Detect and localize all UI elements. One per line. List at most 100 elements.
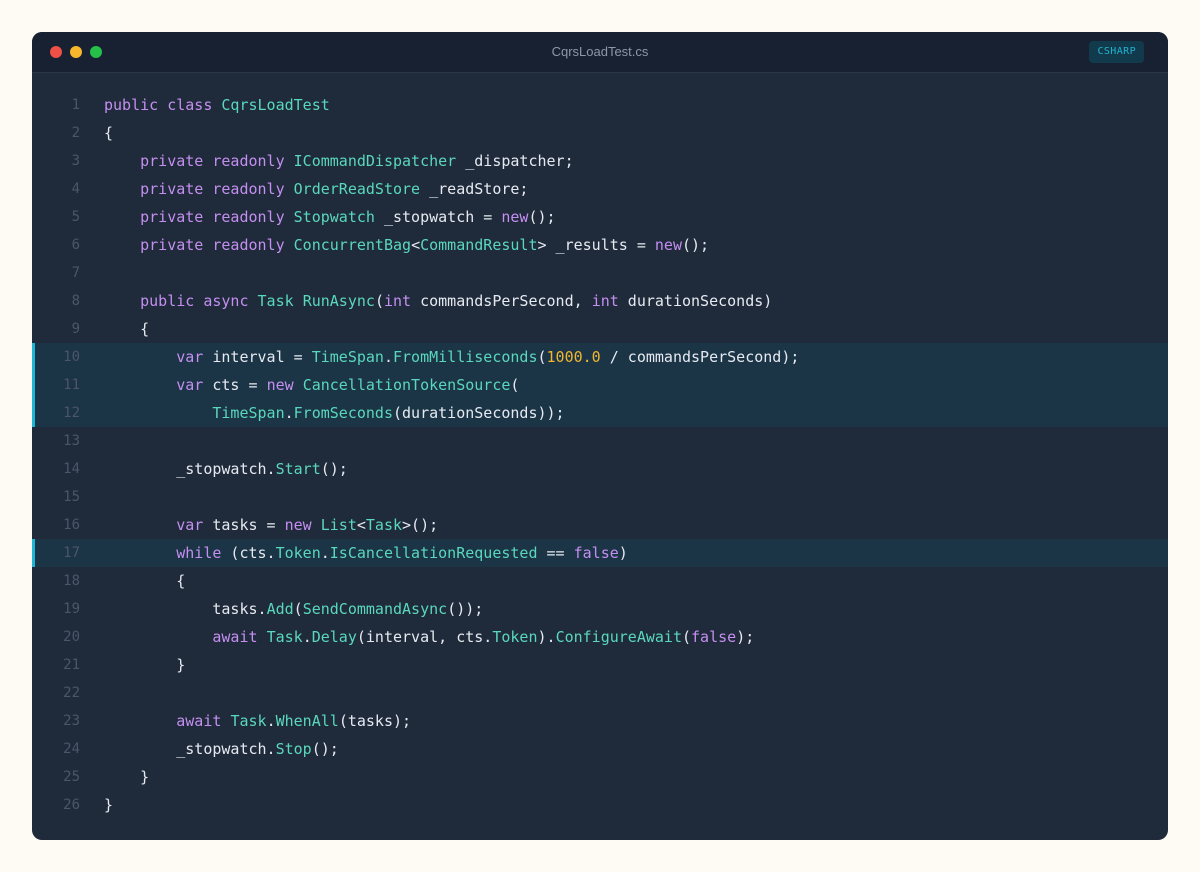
line-number: 18 bbox=[63, 573, 80, 589]
code-line: 18 { bbox=[32, 567, 1168, 595]
code-line: 4 private readonly OrderReadStore _readS… bbox=[32, 175, 1168, 203]
code-line: 19 tasks.Add(SendCommandAsync()); bbox=[32, 595, 1168, 623]
code-token: ( bbox=[374, 292, 384, 310]
line-text: _stopwatch.Start(); bbox=[104, 455, 348, 483]
code-window: CqrsLoadTest.cs CSHARP 1 public class Cqr… bbox=[32, 32, 1168, 840]
line-number: 10 bbox=[63, 349, 80, 365]
code-token: . bbox=[320, 544, 330, 562]
code-line: 2{ bbox=[32, 119, 1168, 147]
code-token: readonly bbox=[212, 236, 285, 254]
code-line: 1 public class CqrsLoadTest bbox=[32, 91, 1168, 119]
code-token: _stopwatch. bbox=[104, 740, 276, 758]
code-token: commandsPerSecond, bbox=[411, 292, 592, 310]
code-token: CommandResult bbox=[420, 236, 538, 254]
code-token: 1000.0 bbox=[546, 348, 601, 366]
code-line: 15 bbox=[32, 483, 1168, 511]
code-token: Task bbox=[230, 712, 267, 730]
code-token: var bbox=[176, 516, 204, 534]
line-text: while (cts.Token.IsCancellationRequested… bbox=[104, 539, 628, 567]
line-number: 15 bbox=[63, 489, 80, 505]
line-text: public async Task RunAsync(int commandsP… bbox=[104, 287, 772, 315]
code-token: } bbox=[104, 768, 150, 786]
code-token: . bbox=[383, 348, 393, 366]
code-token: { bbox=[104, 124, 114, 142]
code-token: new bbox=[266, 376, 294, 394]
code-token: RunAsync bbox=[302, 292, 375, 310]
code-line: 6 private readonly ConcurrentBag<Command… bbox=[32, 231, 1168, 259]
code-token: < bbox=[411, 236, 421, 254]
code-token: public bbox=[140, 292, 195, 310]
code-token: Start bbox=[275, 460, 321, 478]
code-line: 22 bbox=[32, 679, 1168, 707]
code-token: WhenAll bbox=[275, 712, 339, 730]
code-token: ConcurrentBag bbox=[293, 236, 412, 254]
line-number: 23 bbox=[63, 713, 80, 729]
code-token: Add bbox=[266, 600, 294, 618]
line-number: 14 bbox=[63, 461, 80, 477]
line-text: } bbox=[104, 651, 185, 679]
code-token: Task bbox=[257, 292, 294, 310]
code-token: private bbox=[140, 236, 204, 254]
code-token: } bbox=[104, 656, 186, 674]
code-token: (durationSeconds)); bbox=[393, 404, 565, 422]
line-number: 21 bbox=[63, 657, 80, 673]
code-line: 17 while (cts.Token.IsCancellationReques… bbox=[32, 539, 1168, 567]
code-token: TimeSpan bbox=[212, 404, 285, 422]
code-token: await bbox=[176, 712, 222, 730]
line-number: 9 bbox=[71, 321, 80, 337]
code-token: IsCancellationRequested bbox=[329, 544, 538, 562]
code-token: _readStore; bbox=[420, 180, 529, 198]
code-line: 23 await Task.WhenAll(tasks); bbox=[32, 707, 1168, 735]
code-token: Stopwatch bbox=[293, 208, 375, 226]
line-text: } bbox=[104, 763, 149, 791]
code-token: TimeSpan bbox=[311, 348, 384, 366]
line-text: await Task.WhenAll(tasks); bbox=[104, 707, 411, 735]
line-number: 16 bbox=[63, 517, 80, 533]
code-line: 26} bbox=[32, 791, 1168, 819]
code-token: var bbox=[176, 348, 204, 366]
line-number: 22 bbox=[63, 685, 80, 701]
title-bar: CqrsLoadTest.cs CSHARP bbox=[32, 32, 1168, 73]
code-token: readonly bbox=[212, 152, 285, 170]
code-token: } bbox=[104, 796, 114, 814]
code-editor[interactable]: 1 public class CqrsLoadTest 2{ 3 private re… bbox=[32, 91, 1168, 819]
code-token: { bbox=[104, 572, 186, 590]
code-token: OrderReadStore bbox=[293, 180, 421, 198]
code-token: int bbox=[383, 292, 412, 310]
code-token: ( bbox=[510, 376, 520, 394]
code-token: cts = bbox=[203, 376, 267, 394]
code-line: 14 _stopwatch.Start(); bbox=[32, 455, 1168, 483]
code-token: ()); bbox=[447, 600, 484, 618]
line-number: 3 bbox=[71, 153, 80, 169]
code-token: _stopwatch. bbox=[104, 460, 276, 478]
code-token: CqrsLoadTest bbox=[221, 96, 330, 114]
file-title: CqrsLoadTest.cs bbox=[551, 44, 649, 59]
code-token: . bbox=[284, 404, 294, 422]
line-text: { bbox=[104, 567, 185, 595]
line-number: 20 bbox=[63, 629, 80, 645]
code-line: 21 } bbox=[32, 651, 1168, 679]
line-text: private readonly Stopwatch _stopwatch = … bbox=[104, 203, 555, 231]
code-token: new bbox=[284, 516, 312, 534]
code-line: 11 var cts = new CancellationTokenSource… bbox=[32, 371, 1168, 399]
code-token: >(); bbox=[402, 516, 439, 534]
code-line: 13 bbox=[32, 427, 1168, 455]
code-token: List bbox=[320, 516, 357, 534]
line-text: _stopwatch.Stop(); bbox=[104, 735, 339, 763]
code-line: 9 { bbox=[32, 315, 1168, 343]
code-token: / commandsPerSecond); bbox=[600, 348, 800, 366]
line-text: var tasks = new List<Task>(); bbox=[104, 511, 438, 539]
line-text: private readonly OrderReadStore _readSto… bbox=[104, 175, 528, 203]
line-text: private readonly ICommandDispatcher _dis… bbox=[104, 147, 574, 175]
